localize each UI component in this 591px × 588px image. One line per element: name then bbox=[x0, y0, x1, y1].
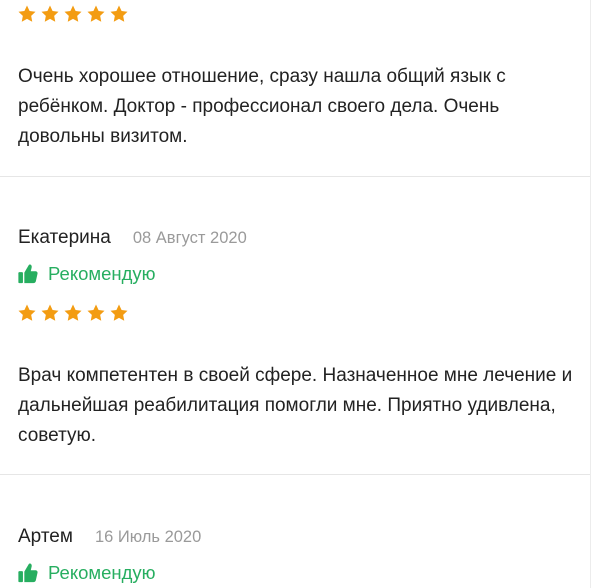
star-icon bbox=[63, 4, 83, 24]
review-text: Врач компетентен в своей сфере. Назначен… bbox=[18, 365, 573, 446]
star-icon bbox=[86, 4, 106, 24]
recommend-badge: Рекомендую bbox=[17, 562, 156, 584]
review-header: Екатерина 08 Август 2020 bbox=[18, 227, 247, 249]
divider bbox=[0, 176, 590, 177]
reviews-list: Очень хорошее отношение, сразу нашла общ… bbox=[0, 0, 591, 588]
recommend-label: Рекомендую bbox=[48, 263, 156, 284]
star-icon bbox=[17, 4, 37, 24]
star-icon bbox=[109, 303, 129, 323]
thumbs-up-icon bbox=[17, 263, 39, 285]
recommend-badge: Рекомендую bbox=[17, 263, 156, 285]
review-text: Очень хорошее отношение, сразу нашла общ… bbox=[18, 66, 506, 147]
star-rating bbox=[17, 4, 129, 24]
review-date: 08 Август 2020 bbox=[132, 229, 247, 247]
recommend-label: Рекомендую bbox=[48, 562, 156, 583]
thumbs-up-icon bbox=[17, 562, 39, 584]
author-name: Екатерина bbox=[18, 227, 111, 248]
star-icon bbox=[40, 303, 60, 323]
star-rating bbox=[17, 303, 129, 323]
review-header: Артем 16 Июль 2020 bbox=[18, 526, 201, 548]
review-date: 16 Июль 2020 bbox=[94, 528, 202, 546]
star-icon bbox=[40, 4, 60, 24]
author-name: Артем bbox=[18, 526, 73, 547]
star-icon bbox=[86, 303, 106, 323]
star-icon bbox=[63, 303, 83, 323]
divider bbox=[0, 474, 590, 475]
star-icon bbox=[17, 303, 37, 323]
star-icon bbox=[109, 4, 129, 24]
